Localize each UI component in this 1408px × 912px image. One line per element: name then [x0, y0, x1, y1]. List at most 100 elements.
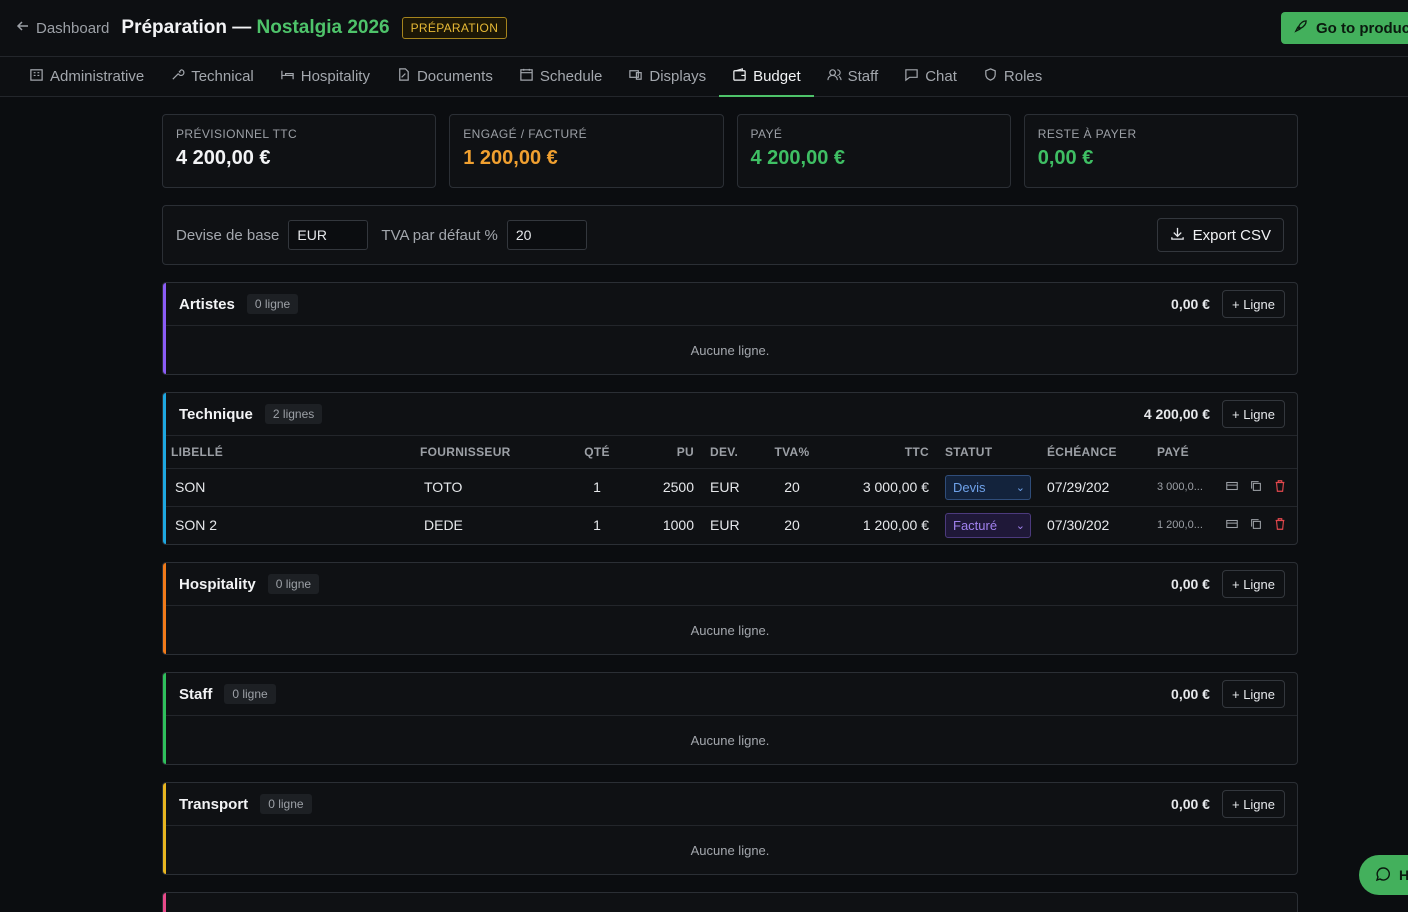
table-header-row: LIBELLÉ FOURNISSEUR QTÉ PU DEV. TVA% TTC…: [163, 436, 1297, 469]
line-vat[interactable]: 20: [757, 506, 827, 544]
line-supplier[interactable]: TOTO: [412, 468, 572, 507]
chat-fab-button[interactable]: H: [1359, 855, 1408, 895]
bed-icon: [280, 67, 295, 86]
arrow-left-icon: [16, 19, 30, 37]
col-due-date: ÉCHÉANCE: [1039, 436, 1149, 469]
section-technique: Technique 2 lignes 4 200,00 € + Ligne LI…: [162, 392, 1298, 545]
card-label: ENGAGÉ / FACTURÉ: [463, 127, 588, 141]
card-icon[interactable]: [1225, 479, 1239, 496]
empty-state: Aucune ligne.: [690, 622, 770, 638]
row-actions-cell: [1217, 468, 1297, 507]
trash-icon[interactable]: [1273, 479, 1287, 496]
copy-icon[interactable]: [1249, 479, 1263, 496]
currency-label: Devise de base: [176, 226, 280, 244]
line-qty[interactable]: 1: [572, 468, 622, 507]
summary-card-paid: PAYÉ 4 200,00 €: [736, 114, 1011, 188]
budget-content: PRÉVISIONNEL TTC 4 200,00 € ENGAGÉ / FAC…: [162, 114, 1298, 912]
vat-label: TVA par défaut %: [381, 226, 498, 244]
card-value: 4 200,00 €: [176, 147, 271, 169]
empty-state: Aucune ligne.: [690, 842, 770, 858]
currency-input[interactable]: [288, 220, 369, 250]
chat-fab-label: H: [1399, 867, 1408, 883]
tab-displays[interactable]: Displays: [615, 57, 719, 96]
file-edit-icon: [396, 67, 411, 86]
section-next-partial: [162, 892, 1298, 912]
line-count-badge: 0 ligne: [267, 574, 320, 594]
line-currency[interactable]: EUR: [702, 468, 757, 507]
page-title-prefix: Préparation —: [121, 17, 252, 38]
status-select[interactable]: Facturé ⌄: [945, 512, 1031, 538]
line-vat[interactable]: 20: [757, 468, 827, 507]
go-to-production-label: Go to product: [1316, 19, 1408, 37]
summary-cards: PRÉVISIONNEL TTC 4 200,00 € ENGAGÉ / FAC…: [162, 114, 1298, 188]
tab-schedule[interactable]: Schedule: [506, 57, 616, 96]
tab-label: Hospitality: [300, 68, 370, 85]
section-header: Hospitality 0 ligne 0,00 € + Ligne: [163, 563, 1297, 606]
tab-budget[interactable]: Budget: [719, 57, 814, 97]
chevron-down-icon: ⌄: [1015, 519, 1025, 532]
budget-settings: Devise de base TVA par défaut % Export C…: [162, 205, 1298, 265]
tab-label: Documents: [416, 68, 493, 85]
section-total: 0,00 €: [1171, 686, 1210, 702]
go-to-production-button[interactable]: Go to product: [1281, 12, 1408, 44]
line-unit-price[interactable]: 1000: [622, 506, 702, 544]
line-count-badge: 2 lignes: [264, 404, 323, 424]
tab-staff[interactable]: Staff: [814, 57, 892, 96]
tab-documents[interactable]: Documents: [383, 57, 506, 96]
tab-administrative[interactable]: Administrative: [16, 57, 157, 96]
tab-label: Chat: [925, 68, 957, 85]
table-row: SON TOTO 1 2500 EUR 20 3 000,00 € Devis …: [163, 468, 1297, 507]
col-unit-price: PU: [622, 436, 702, 469]
line-label[interactable]: SON 2: [163, 506, 412, 544]
line-status-cell: Facturé ⌄: [937, 506, 1039, 544]
summary-card-forecast: PRÉVISIONNEL TTC 4 200,00 €: [162, 114, 437, 188]
tab-roles[interactable]: Roles: [970, 57, 1055, 96]
wallet-icon: [732, 67, 747, 86]
line-count-badge: 0 ligne: [224, 684, 276, 704]
line-due-date[interactable]: 07/30/202: [1039, 506, 1149, 544]
line-paid[interactable]: 3 000,0...: [1149, 468, 1217, 507]
line-ttc: 1 200,00 €: [862, 517, 929, 534]
line-unit-price[interactable]: 2500: [622, 468, 702, 507]
card-icon[interactable]: [1225, 517, 1239, 534]
wrench-icon: [170, 67, 185, 86]
line-due-date[interactable]: 07/29/202: [1039, 468, 1149, 507]
trash-icon[interactable]: [1273, 517, 1287, 534]
line-status-cell: Devis ⌄: [937, 468, 1039, 507]
back-to-dashboard-link[interactable]: Dashboard: [16, 19, 109, 37]
section-staff: Staff 0 ligne 0,00 € + Ligne Aucune lign…: [162, 672, 1298, 765]
tab-label: Staff: [847, 68, 879, 85]
section-header: Transport 0 ligne 0,00 € + Ligne: [163, 783, 1297, 826]
tab-label: Schedule: [539, 68, 603, 85]
line-supplier[interactable]: DEDE: [412, 506, 572, 544]
empty-state: Aucune ligne.: [690, 342, 770, 358]
tab-label: Administrative: [50, 68, 145, 85]
add-line-button[interactable]: + Ligne: [1221, 790, 1285, 818]
status-select[interactable]: Devis ⌄: [945, 474, 1031, 500]
tab-hospitality[interactable]: Hospitality: [267, 57, 383, 96]
row-actions: [1225, 517, 1289, 534]
tab-bar: Administrative Technical Hospitality Doc…: [0, 57, 1408, 97]
section-total: 0,00 €: [1171, 296, 1210, 312]
line-label[interactable]: SON: [163, 468, 412, 507]
message-circle-icon: [1375, 866, 1391, 885]
add-line-button[interactable]: + Ligne: [1221, 680, 1285, 708]
users-icon: [827, 67, 842, 86]
vat-input[interactable]: [506, 220, 587, 250]
card-label: PRÉVISIONNEL TTC: [176, 127, 298, 141]
line-paid[interactable]: 1 200,0...: [1149, 506, 1217, 544]
export-csv-button[interactable]: Export CSV: [1156, 218, 1284, 252]
copy-icon[interactable]: [1249, 517, 1263, 534]
col-supplier: FOURNISSEUR: [412, 436, 572, 469]
tab-technical[interactable]: Technical: [157, 57, 267, 96]
card-label: PAYÉ: [750, 127, 783, 141]
add-line-button[interactable]: + Ligne: [1221, 570, 1285, 598]
table-row: SON 2 DEDE 1 1000 EUR 20 1 200,00 € Fact…: [163, 506, 1297, 544]
add-line-button[interactable]: + Ligne: [1221, 290, 1285, 318]
line-currency[interactable]: EUR: [702, 506, 757, 544]
line-qty[interactable]: 1: [572, 506, 622, 544]
tab-chat[interactable]: Chat: [891, 57, 970, 96]
card-value: 1 200,00 €: [463, 147, 558, 169]
add-line-button[interactable]: + Ligne: [1221, 400, 1285, 428]
col-ttc: TTC: [827, 436, 937, 469]
